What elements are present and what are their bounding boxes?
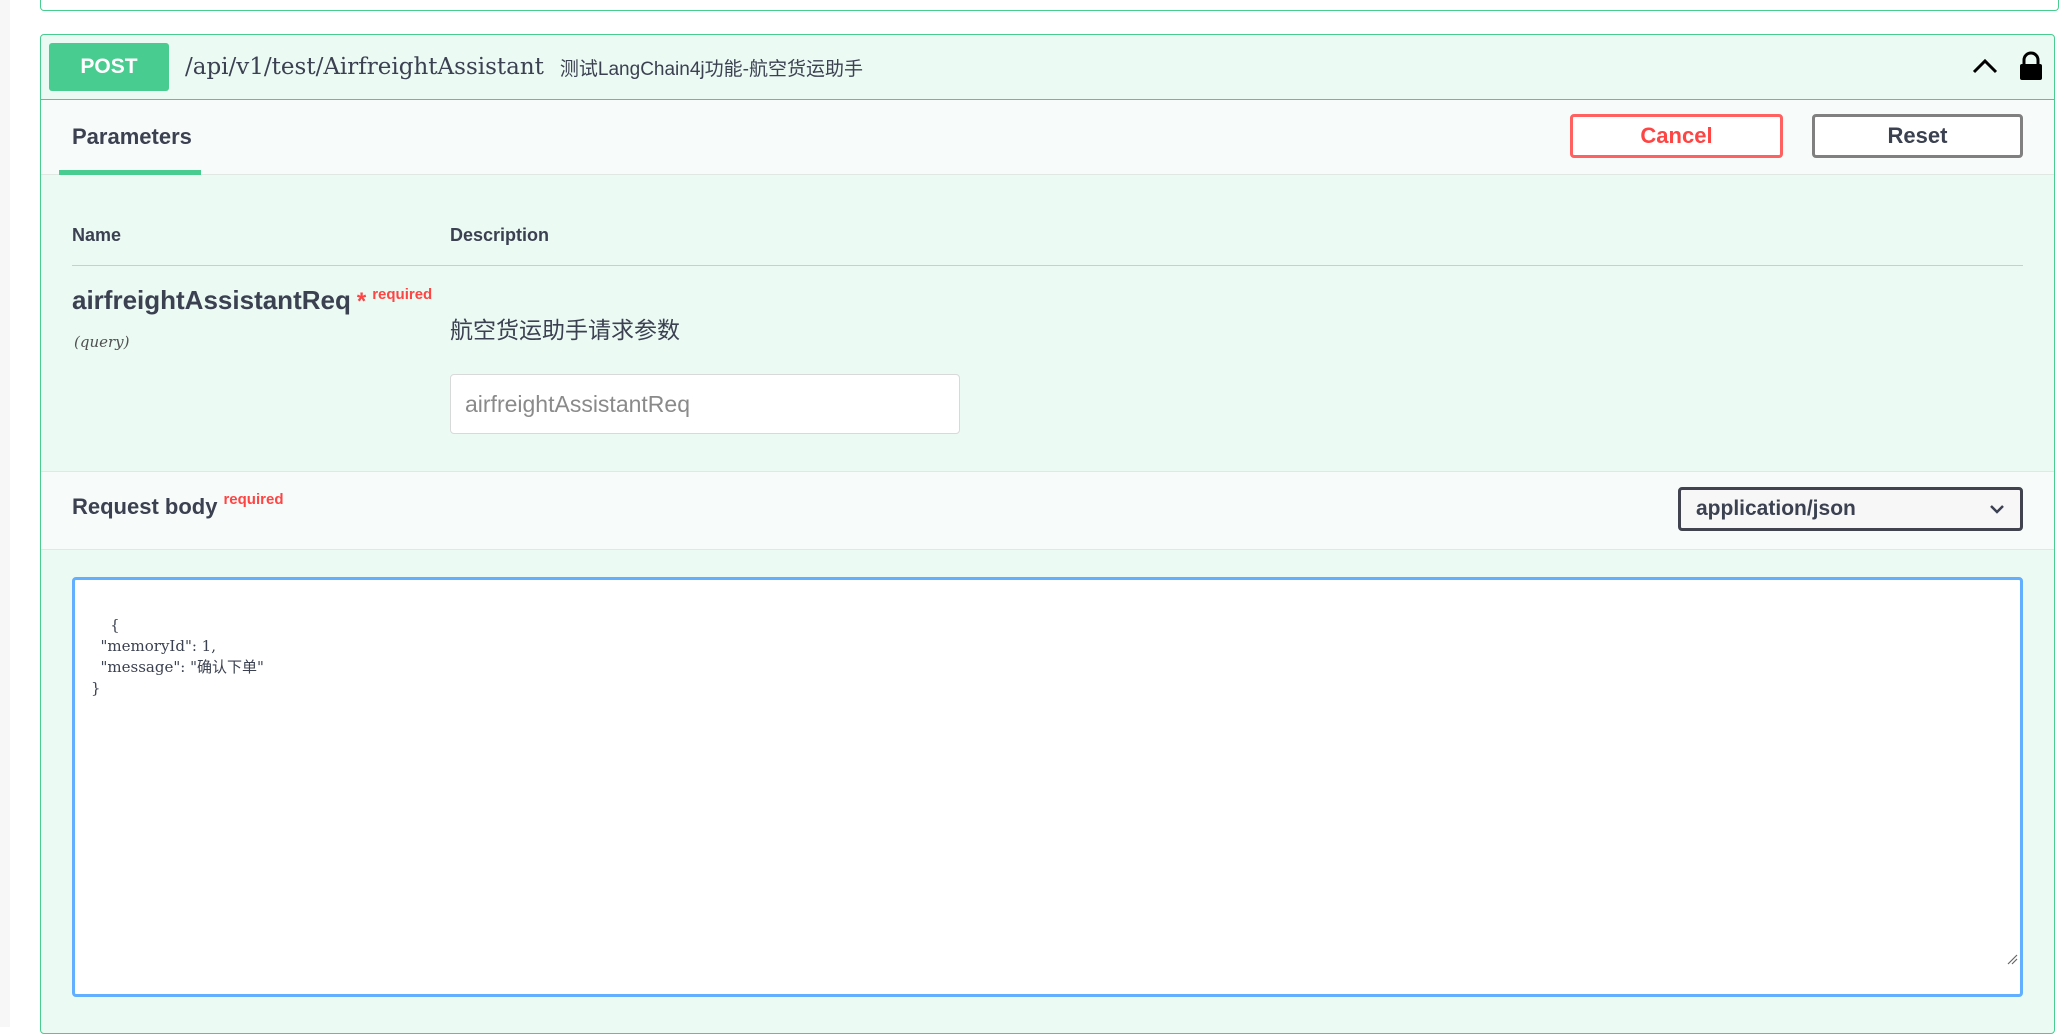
chevron-down-icon <box>1988 500 2006 524</box>
cancel-button[interactable]: Cancel <box>1570 114 1783 158</box>
tab-parameters[interactable]: Parameters <box>72 100 192 174</box>
content-type-select[interactable]: application/json <box>1678 487 2023 531</box>
chevron-up-icon[interactable] <box>1970 51 2000 86</box>
method-badge: POST <box>49 43 169 91</box>
parameter-location: (query) <box>74 333 130 351</box>
operation-block-post: POST /api/v1/test/AirfreightAssistant 测试… <box>40 34 2055 1034</box>
request-body-header: Request body required application/json <box>41 471 2054 550</box>
tab-active-indicator <box>59 170 201 175</box>
left-margin <box>0 0 10 1027</box>
required-label: required <box>372 286 433 303</box>
request-body-title-text: Request body <box>72 494 218 519</box>
operation-summary[interactable]: POST /api/v1/test/AirfreightAssistant 测试… <box>41 35 2054 100</box>
content-type-value: application/json <box>1696 497 1856 520</box>
operation-summary-text: 测试LangChain4j功能-航空货运助手 <box>559 58 863 80</box>
previous-operation-block <box>40 0 2059 11</box>
request-body-title: Request body required <box>72 491 284 520</box>
parameter-name: airfreightAssistantReq * required <box>72 285 432 316</box>
operation-path: /api/v1/test/AirfreightAssistant <box>185 54 544 80</box>
request-body-json: { "memoryId": 1, "message": "确认下单" } <box>91 616 264 697</box>
request-body-required-label: required <box>223 491 284 508</box>
lock-icon[interactable] <box>2018 51 2044 86</box>
parameter-name-text: airfreightAssistantReq <box>72 285 351 315</box>
column-header-description: Description <box>450 225 550 245</box>
table-divider <box>72 265 2023 266</box>
column-header-name: Name <box>72 225 122 245</box>
reset-button[interactable]: Reset <box>1812 114 2023 158</box>
request-body-editor[interactable]: { "memoryId": 1, "message": "确认下单" } <box>72 577 2023 997</box>
parameter-description: 航空货运助手请求参数 <box>450 317 680 343</box>
required-star: * <box>356 288 367 315</box>
resize-grip-icon[interactable] <box>1977 929 2018 992</box>
parameter-input[interactable] <box>450 374 960 434</box>
tab-parameters-label: Parameters <box>72 124 192 149</box>
